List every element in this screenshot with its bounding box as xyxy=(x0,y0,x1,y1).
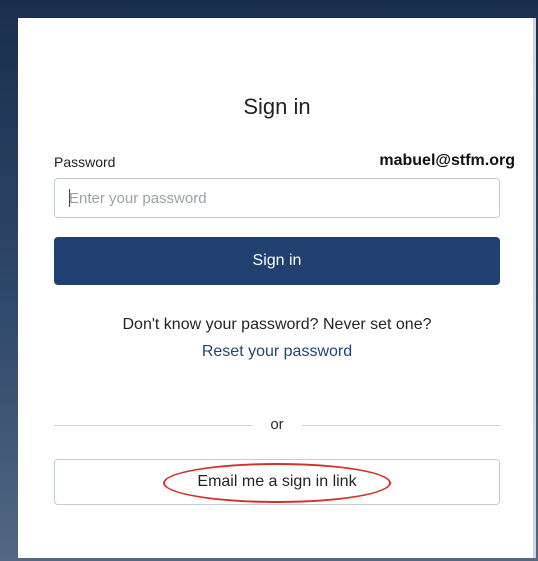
password-input[interactable] xyxy=(54,178,500,218)
background-frame: Sign in Password mabuel@stfm.org Sign in… xyxy=(0,0,538,561)
account-email: mabuel@stfm.org xyxy=(379,152,515,169)
or-divider: or xyxy=(54,416,500,436)
password-label: Password xyxy=(54,154,116,170)
reset-password-link[interactable]: Reset your password xyxy=(18,343,536,361)
page-title: Sign in xyxy=(243,94,311,119)
divider-line-right xyxy=(302,425,500,426)
text-caret xyxy=(69,189,70,207)
sign-in-button[interactable]: Sign in xyxy=(54,237,500,285)
sign-in-card: Sign in Password mabuel@stfm.org Sign in… xyxy=(18,18,536,558)
email-sign-in-link-button[interactable]: Email me a sign in link xyxy=(54,459,500,505)
password-help-text: Don't know your password? Never set one? xyxy=(122,316,432,333)
